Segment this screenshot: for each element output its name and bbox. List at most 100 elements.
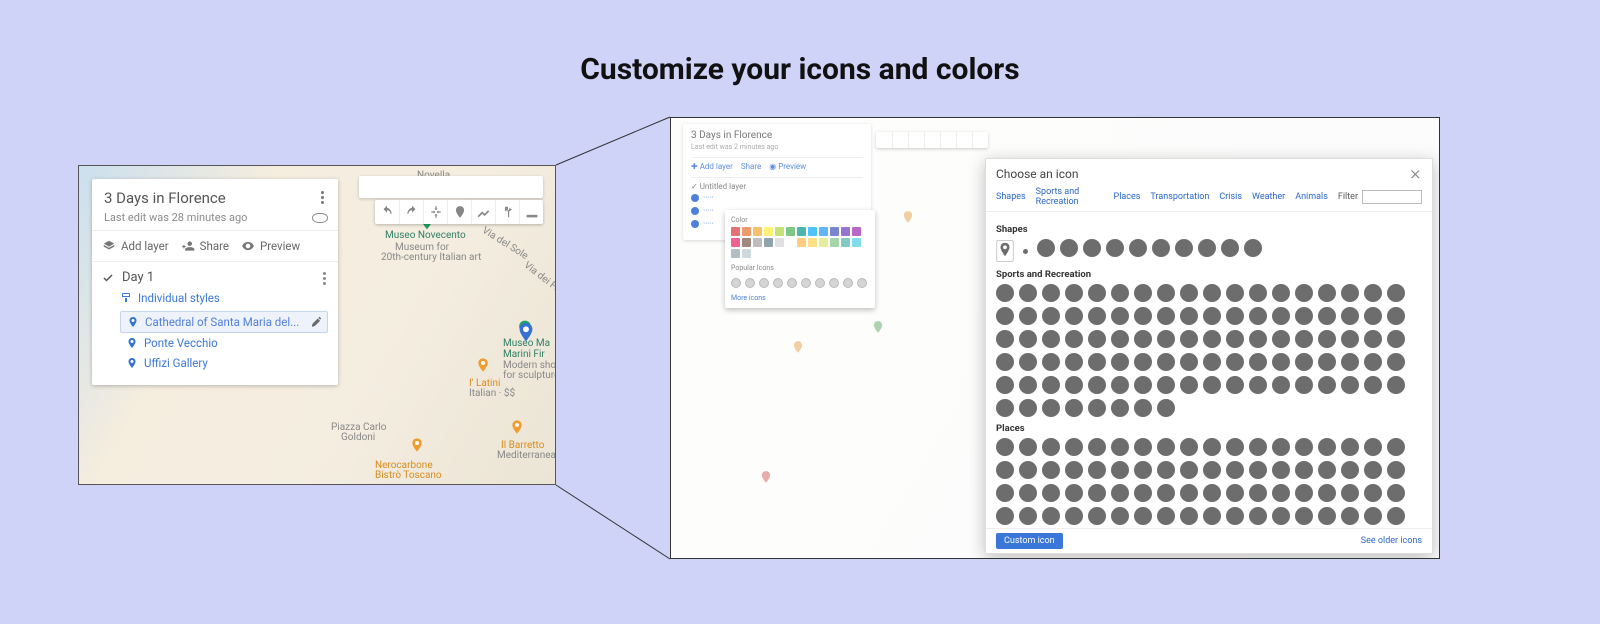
place-icon[interactable] <box>1272 507 1290 525</box>
sport-icon[interactable] <box>1111 399 1129 417</box>
place-icon[interactable] <box>1387 507 1405 525</box>
place-icon[interactable] <box>1134 507 1152 525</box>
sport-icon[interactable] <box>1134 353 1152 371</box>
sport-icon[interactable] <box>1111 307 1129 325</box>
sport-icon[interactable] <box>1203 284 1221 302</box>
sport-icon[interactable] <box>1226 330 1244 348</box>
shape-icon[interactable] <box>1198 239 1216 257</box>
sport-icon[interactable] <box>1295 330 1313 348</box>
sport-icon[interactable] <box>1203 307 1221 325</box>
color-swatch[interactable] <box>841 227 850 236</box>
sport-icon[interactable] <box>1088 330 1106 348</box>
sport-icon[interactable] <box>1088 376 1106 394</box>
sport-icon[interactable] <box>1088 307 1106 325</box>
sport-icon[interactable] <box>1065 376 1083 394</box>
sport-icon[interactable] <box>1065 330 1083 348</box>
sport-icon[interactable] <box>1134 399 1152 417</box>
sport-icon[interactable] <box>1341 330 1359 348</box>
place-icon[interactable] <box>1295 461 1313 479</box>
place-item-cathedral[interactable]: Cathedral of Santa Maria del... <box>120 311 328 333</box>
sport-icon[interactable] <box>1111 330 1129 348</box>
sport-icon[interactable] <box>1134 284 1152 302</box>
place-icon[interactable] <box>1065 484 1083 502</box>
place-icon[interactable] <box>1318 507 1336 525</box>
pan-button[interactable] <box>423 200 447 224</box>
sport-icon[interactable] <box>996 330 1014 348</box>
sport-icon[interactable] <box>1180 284 1198 302</box>
color-swatch[interactable] <box>786 238 795 247</box>
older-icons-link[interactable]: See older icons <box>1361 536 1422 546</box>
color-swatch[interactable] <box>742 238 751 247</box>
sport-icon[interactable] <box>1341 307 1359 325</box>
sport-icon[interactable] <box>1249 330 1267 348</box>
color-swatch[interactable] <box>786 227 795 236</box>
place-icon[interactable] <box>1341 438 1359 456</box>
place-icon[interactable] <box>1387 438 1405 456</box>
color-swatch[interactable] <box>808 227 817 236</box>
share-button[interactable]: Share <box>181 239 229 253</box>
color-swatch[interactable] <box>819 238 828 247</box>
popular-icons-row[interactable] <box>731 278 869 288</box>
sport-icon[interactable] <box>1157 399 1175 417</box>
sport-icon[interactable] <box>1019 353 1037 371</box>
place-icon[interactable] <box>1318 438 1336 456</box>
sport-icon[interactable] <box>996 399 1014 417</box>
place-icon[interactable] <box>1180 461 1198 479</box>
place-icon[interactable] <box>996 438 1014 456</box>
place-icon[interactable] <box>1088 484 1106 502</box>
shape-icon[interactable] <box>1152 239 1170 257</box>
sport-icon[interactable] <box>996 353 1014 371</box>
color-swatch[interactable] <box>764 227 773 236</box>
sport-icon[interactable] <box>1387 284 1405 302</box>
sport-icon[interactable] <box>1387 307 1405 325</box>
sport-icon[interactable] <box>1088 399 1106 417</box>
shape-icon[interactable] <box>1129 239 1147 257</box>
sport-icon[interactable] <box>1042 284 1060 302</box>
sport-icon[interactable] <box>1042 353 1060 371</box>
place-icon[interactable] <box>1203 461 1221 479</box>
sport-icon[interactable] <box>1272 284 1290 302</box>
sport-icon[interactable] <box>1134 307 1152 325</box>
sport-icon[interactable] <box>1134 376 1152 394</box>
sport-icon[interactable] <box>1111 353 1129 371</box>
sport-icon[interactable] <box>1203 330 1221 348</box>
sport-icon[interactable] <box>1042 330 1060 348</box>
style-paint-icon[interactable] <box>309 315 323 329</box>
sport-icon[interactable] <box>1341 284 1359 302</box>
place-icon[interactable] <box>1272 438 1290 456</box>
sport-icon[interactable] <box>1387 330 1405 348</box>
place-icon[interactable] <box>1364 507 1382 525</box>
shape-icon[interactable] <box>1106 239 1124 257</box>
place-icon[interactable] <box>1226 507 1244 525</box>
sport-icon[interactable] <box>1226 353 1244 371</box>
sport-icon[interactable] <box>1203 353 1221 371</box>
place-item-ponte-vecchio[interactable]: Ponte Vecchio <box>120 333 328 353</box>
sport-icon[interactable] <box>1249 307 1267 325</box>
place-icon[interactable] <box>1249 461 1267 479</box>
place-icon[interactable] <box>996 484 1014 502</box>
sport-icon[interactable] <box>1318 353 1336 371</box>
color-swatches[interactable] <box>731 227 869 258</box>
tab-shapes[interactable]: Shapes <box>996 192 1026 202</box>
map-search-input[interactable] <box>359 176 543 198</box>
sport-icon[interactable] <box>1019 307 1037 325</box>
color-swatch[interactable] <box>808 238 817 247</box>
place-icon[interactable] <box>1088 461 1106 479</box>
sport-icon[interactable] <box>1065 399 1083 417</box>
sport-icon[interactable] <box>1157 284 1175 302</box>
place-icon[interactable] <box>1249 484 1267 502</box>
sport-icon[interactable] <box>996 284 1014 302</box>
place-icon[interactable] <box>1203 507 1221 525</box>
place-icon[interactable] <box>1203 484 1221 502</box>
place-icon[interactable] <box>1341 507 1359 525</box>
sport-icon[interactable] <box>1295 376 1313 394</box>
sport-icon[interactable] <box>1249 284 1267 302</box>
sport-icon[interactable] <box>1272 376 1290 394</box>
preview-button[interactable]: ◉ Preview <box>769 162 806 171</box>
more-icons-link[interactable]: More icons <box>731 294 869 302</box>
place-icon[interactable] <box>1387 461 1405 479</box>
shape-icon[interactable] <box>1060 239 1078 257</box>
place-icon[interactable] <box>1042 438 1060 456</box>
place-icon[interactable] <box>1272 461 1290 479</box>
color-swatch[interactable] <box>852 227 861 236</box>
